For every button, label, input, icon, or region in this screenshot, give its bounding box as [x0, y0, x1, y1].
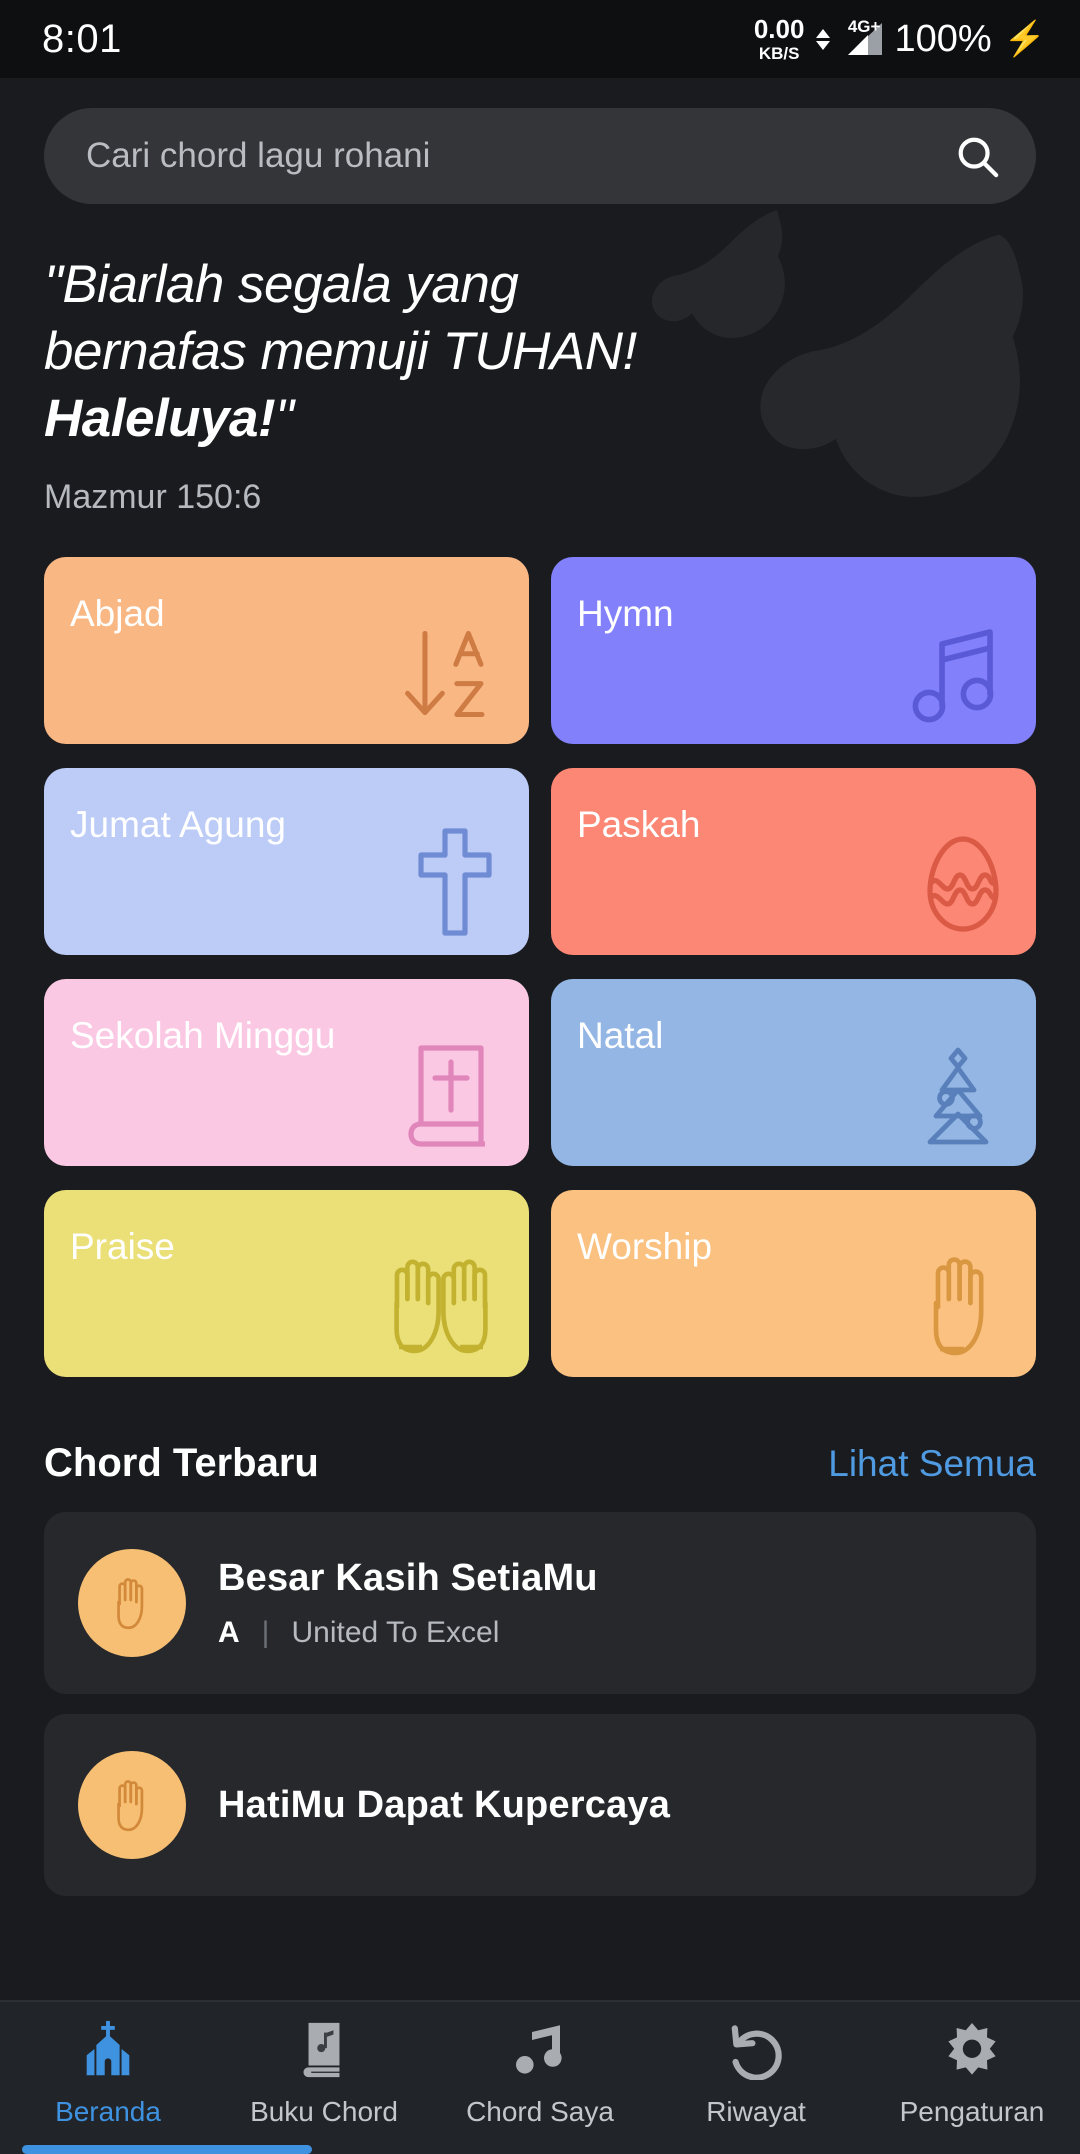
avatar [78, 1751, 186, 1860]
recent-section-header: Chord Terbaru Lihat Semua [0, 1441, 1080, 1486]
recent-chord-list: Besar Kasih SetiaMu A | United To Excel … [0, 1512, 1080, 1897]
battery-percent: 100% [894, 17, 992, 60]
section-title: Chord Terbaru [44, 1441, 319, 1486]
sort-alpha-down-icon [405, 631, 485, 718]
bible-book-icon [408, 1045, 485, 1147]
category-label: Worship [577, 1226, 713, 1268]
charging-bolt-icon: ⚡ [1003, 20, 1046, 58]
song-title: HatiMu Dapat Kupercaya [218, 1783, 671, 1826]
book-music-icon [295, 2018, 353, 2082]
category-tile-abjad[interactable]: Abjad [44, 557, 529, 745]
network-type-label: 4G+ [847, 17, 881, 36]
list-item[interactable]: Besar Kasih SetiaMu A | United To Excel [44, 1512, 1036, 1695]
home-indicator [22, 2145, 312, 2154]
avatar [78, 1549, 186, 1658]
song-meta: A | United To Excel [218, 1616, 598, 1650]
category-tile-natal[interactable]: Natal [551, 979, 1036, 1167]
category-grid: Abjad Hymn Jumat Agung Paskah Sekolah Mi… [0, 557, 1080, 1378]
song-artist: United To Excel [291, 1615, 500, 1649]
category-label: Natal [577, 1015, 664, 1057]
network-speed-value: 0.00 [753, 14, 805, 44]
list-item-text: Besar Kasih SetiaMu A | United To Excel [218, 1557, 598, 1650]
search-section [0, 78, 1080, 204]
network-speed: 0.00 KB/S [754, 16, 805, 62]
hero-quote-line1: "Biarlah segala yang [44, 255, 519, 314]
list-item[interactable]: HatiMu Dapat Kupercaya [44, 1714, 1036, 1897]
easter-egg-icon [927, 836, 999, 932]
search-bar[interactable] [44, 108, 1036, 204]
christmas-tree-icon [927, 1047, 989, 1145]
status-indicators: 0.00 KB/S 4G+ 100% ⚡ [754, 16, 1046, 62]
nav-label: Riwayat [706, 2096, 806, 2127]
nav-label: Buku Chord [250, 2096, 398, 2127]
category-tile-praise[interactable]: Praise [44, 1190, 529, 1378]
category-label: Sekolah Minggu [70, 1015, 336, 1057]
hero-quote: "Biarlah segala yang bernafas memuji TUH… [44, 252, 1036, 452]
nav-item-chord-saya[interactable]: Chord Saya [432, 2018, 648, 2128]
nav-item-buku-chord[interactable]: Buku Chord [216, 2018, 432, 2128]
bottom-navigation: Beranda Buku Chord Chord Saya Riwayat Pe… [0, 2000, 1080, 2154]
data-transfer-arrows-icon [816, 28, 831, 50]
music-note-icon [510, 2018, 570, 2082]
nav-label: Beranda [55, 2096, 161, 2127]
category-label: Hymn [577, 593, 674, 635]
list-item-text: HatiMu Dapat Kupercaya [218, 1784, 670, 1827]
category-label: Paskah [577, 804, 701, 846]
music-note-beamed-icon [912, 629, 994, 723]
status-bar: 8:01 0.00 KB/S 4G+ 100% ⚡ [0, 0, 1080, 78]
raised-hand-icon [117, 1780, 144, 1832]
hero-quote-emphasis: Haleluya! [44, 388, 276, 448]
nav-label: Chord Saya [466, 2096, 614, 2127]
status-time: 8:01 [42, 16, 122, 61]
category-label: Jumat Agung [70, 804, 286, 846]
hero-quote-close: " [275, 388, 294, 448]
nav-item-riwayat[interactable]: Riwayat [648, 2018, 864, 2128]
song-key: A [218, 1615, 240, 1649]
nav-item-pengaturan[interactable]: Pengaturan [864, 2018, 1080, 2128]
meta-separator: | [261, 1615, 270, 1649]
cross-icon [418, 828, 492, 936]
raised-hand-icon [117, 1578, 144, 1630]
see-all-link[interactable]: Lihat Semua [828, 1443, 1036, 1485]
category-tile-worship[interactable]: Worship [551, 1190, 1036, 1378]
nav-item-beranda[interactable]: Beranda [0, 2018, 216, 2128]
song-title: Besar Kasih SetiaMu [218, 1556, 598, 1599]
search-icon[interactable] [954, 133, 1000, 179]
category-tile-paskah[interactable]: Paskah [551, 768, 1036, 956]
category-tile-sekolah-minggu[interactable]: Sekolah Minggu [44, 979, 529, 1167]
category-tile-hymn[interactable]: Hymn [551, 557, 1036, 745]
history-undo-icon [726, 2018, 786, 2082]
hero-quote-line2: bernafas memuji TUHAN! [44, 321, 637, 381]
network-speed-unit: KB/S [758, 44, 800, 63]
verse-reference: Mazmur 150:6 [44, 478, 262, 517]
nav-label: Pengaturan [899, 2096, 1045, 2127]
category-label: Abjad [70, 593, 165, 635]
gear-icon [942, 2018, 1002, 2082]
hero-section: "Biarlah segala yang bernafas memuji TUH… [0, 204, 1080, 517]
category-tile-jumat-agung[interactable]: Jumat Agung [44, 768, 529, 956]
praying-hand-icon [933, 1257, 984, 1356]
church-icon [77, 2018, 139, 2082]
signal-strength-icon: 4G+ [842, 17, 883, 59]
search-input[interactable] [86, 136, 954, 176]
category-label: Praise [70, 1226, 175, 1268]
raised-hands-icon [394, 1259, 488, 1354]
